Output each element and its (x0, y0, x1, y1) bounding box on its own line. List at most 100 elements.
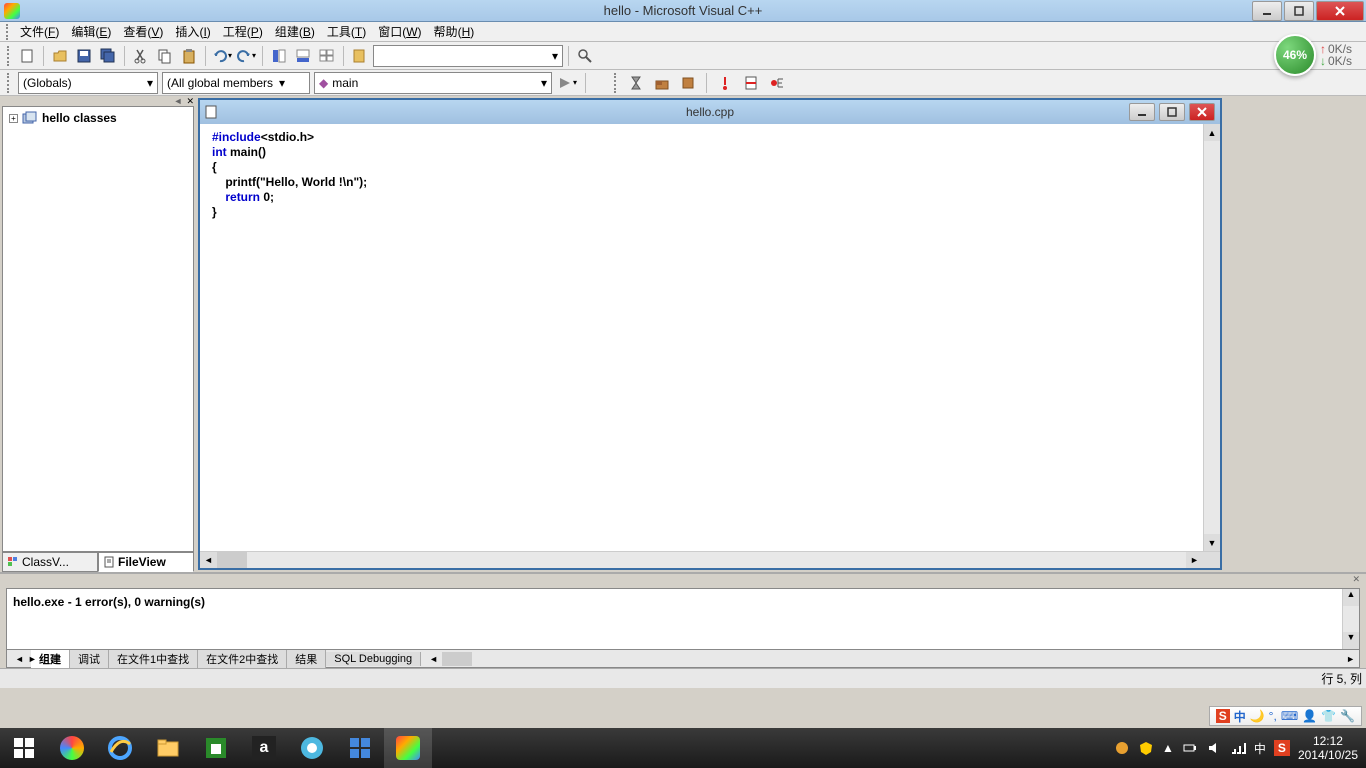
ime-s-icon[interactable]: S (1216, 709, 1230, 723)
expand-icon[interactable]: + (9, 114, 18, 123)
output-window-button[interactable] (292, 45, 314, 67)
tab-classview[interactable]: ClassV... (2, 552, 98, 572)
menu-tools[interactable]: 工具(T) (321, 21, 372, 42)
undo-button[interactable]: ▾ (211, 45, 233, 67)
menu-help[interactable]: 帮助(H) (428, 21, 481, 42)
output-tab-find2[interactable]: 在文件2中查找 (198, 650, 287, 668)
scroll-left-icon[interactable]: ◄ (425, 654, 442, 664)
scroll-down-icon[interactable]: ▼ (1204, 534, 1220, 551)
cut-button[interactable] (130, 45, 152, 67)
task-vc[interactable] (384, 728, 432, 768)
editor-maximize-button[interactable] (1159, 103, 1185, 121)
tab-left-icon[interactable]: ◄ (13, 654, 26, 664)
punct-icon[interactable]: °, (1269, 709, 1277, 723)
output-text[interactable]: hello.exe - 1 error(s), 0 warning(s) ▲ ▼ (6, 588, 1360, 650)
start-button[interactable] (0, 728, 48, 768)
output-tab-find1[interactable]: 在文件1中查找 (109, 650, 198, 668)
tray-network-icon[interactable] (1230, 740, 1246, 756)
task-ie[interactable] (96, 728, 144, 768)
stop-build-button[interactable] (677, 72, 699, 94)
output-hscrollbar[interactable]: ◄ ► (425, 652, 1359, 666)
tray-qq-icon[interactable] (1114, 740, 1130, 756)
tray-expand-icon[interactable]: ▲ (1162, 741, 1174, 755)
find-combo[interactable]: ▾ (373, 45, 563, 67)
keyboard-icon[interactable]: ⌨ (1281, 709, 1298, 723)
code-editor[interactable]: #include<stdio.h> int main() { printf("H… (200, 124, 1220, 551)
redo-button[interactable]: ▾ (235, 45, 257, 67)
network-monitor-badge[interactable]: 46% 0K/s 0K/s (1274, 34, 1352, 76)
moon-icon[interactable]: 🌙 (1250, 709, 1265, 723)
menu-grip[interactable] (6, 24, 10, 40)
output-tab-results[interactable]: 结果 (287, 650, 326, 668)
menu-edit[interactable]: 编辑(E) (65, 21, 117, 42)
paste-button[interactable] (178, 45, 200, 67)
tab-right-icon[interactable]: ► (26, 654, 39, 664)
scroll-right-icon[interactable]: ► (1186, 552, 1203, 568)
workspace-button[interactable] (268, 45, 290, 67)
scroll-left-icon[interactable]: ◄ (200, 552, 217, 568)
taskbar-clock[interactable]: 12:12 2014/10/25 (1298, 734, 1358, 762)
scroll-right-icon[interactable]: ► (1342, 654, 1359, 664)
output-tab-debug[interactable]: 调试 (70, 650, 109, 668)
task-amazon[interactable]: a (240, 728, 288, 768)
task-browser[interactable] (288, 728, 336, 768)
scope-combo[interactable]: (Globals)▾ (18, 72, 158, 94)
task-tiles[interactable] (336, 728, 384, 768)
scroll-up-icon[interactable]: ▲ (1204, 124, 1220, 141)
person-icon[interactable]: 👤 (1302, 709, 1317, 723)
task-store[interactable] (192, 728, 240, 768)
breakpoint-button[interactable] (766, 72, 788, 94)
compile-button[interactable] (625, 72, 647, 94)
output-close-icon[interactable]: ✕ (1352, 574, 1360, 582)
sidebar-arrow-icon[interactable]: ◄ (172, 96, 185, 106)
tray-volume-icon[interactable] (1206, 740, 1222, 756)
shirt-icon[interactable]: 👕 (1321, 709, 1336, 723)
tray-battery-icon[interactable] (1182, 740, 1198, 756)
output-tab-sql[interactable]: SQL Debugging (326, 652, 421, 666)
menu-build[interactable]: 组建(B) (269, 21, 321, 42)
save-button[interactable] (73, 45, 95, 67)
editor-hscrollbar[interactable]: ◄ ► (200, 551, 1220, 568)
scroll-down-icon[interactable]: ▼ (1343, 632, 1359, 649)
menu-file[interactable]: 文件(F) (14, 21, 65, 42)
scroll-up-icon[interactable]: ▲ (1343, 589, 1359, 606)
toolbar-grip[interactable] (614, 73, 618, 93)
open-button[interactable] (49, 45, 71, 67)
execute-button[interactable] (714, 72, 736, 94)
go-button[interactable]: ▾ (556, 72, 578, 94)
menu-insert[interactable]: 插入(I) (169, 21, 216, 42)
task-explorer[interactable] (144, 728, 192, 768)
build-button[interactable] (651, 72, 673, 94)
tray-ime-zh[interactable]: 中 (1254, 740, 1266, 757)
go-debug-button[interactable] (740, 72, 762, 94)
output-vscrollbar[interactable]: ▲ ▼ (1342, 589, 1359, 649)
menu-window[interactable]: 窗口(W) (372, 21, 427, 42)
tab-fileview[interactable]: FileView (98, 552, 194, 572)
toolbar-grip[interactable] (7, 46, 11, 66)
editor-close-button[interactable] (1189, 103, 1215, 121)
members-combo[interactable]: (All global members▾ (162, 72, 310, 94)
new-file-button[interactable] (16, 45, 38, 67)
toolbar-grip[interactable] (7, 73, 11, 93)
sidebar-close-icon[interactable]: ✕ (184, 96, 196, 106)
menu-view[interactable]: 查看(V) (117, 21, 169, 42)
editor-minimize-button[interactable] (1129, 103, 1155, 121)
menu-project[interactable]: 工程(P) (217, 21, 269, 42)
close-button[interactable] (1316, 1, 1364, 21)
ime-zh-icon[interactable]: 中 (1234, 708, 1246, 725)
tree-root-item[interactable]: + hello classes (3, 107, 193, 129)
window-list-button[interactable] (316, 45, 338, 67)
copy-button[interactable] (154, 45, 176, 67)
class-tree[interactable]: + hello classes (2, 106, 194, 552)
minimize-button[interactable] (1252, 1, 1282, 21)
editor-vscrollbar[interactable]: ▲ ▼ (1203, 124, 1220, 551)
task-app-1[interactable] (48, 728, 96, 768)
wrench-icon[interactable]: 🔧 (1340, 709, 1355, 723)
tray-shield-icon[interactable] (1138, 740, 1154, 756)
function-combo[interactable]: ◆main▾ (314, 72, 552, 94)
save-all-button[interactable] (97, 45, 119, 67)
find-button[interactable] (574, 45, 596, 67)
find-in-files-button[interactable] (349, 45, 371, 67)
tray-ime-s[interactable]: S (1274, 740, 1290, 756)
maximize-button[interactable] (1284, 1, 1314, 21)
